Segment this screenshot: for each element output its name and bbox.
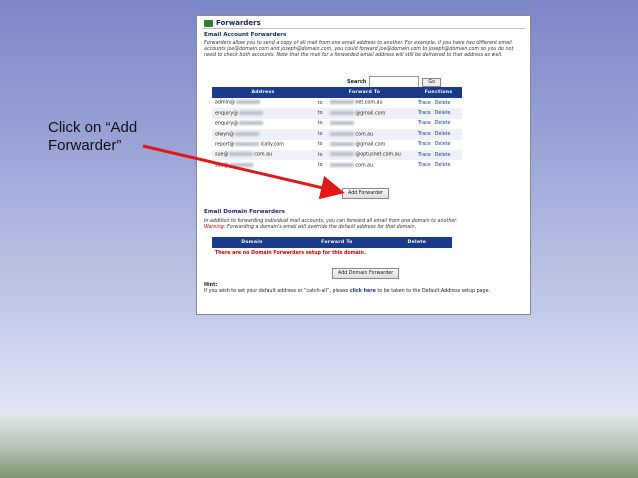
arrow-line (142, 144, 345, 200)
pointer-arrow (142, 144, 345, 200)
